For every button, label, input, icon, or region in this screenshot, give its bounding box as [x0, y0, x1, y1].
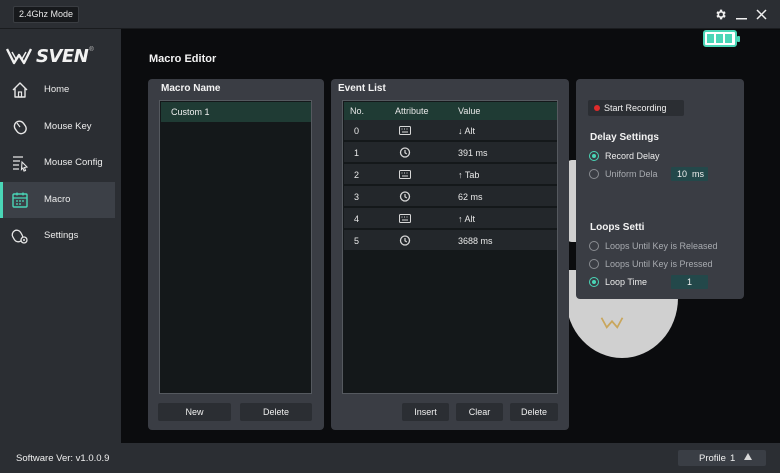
- arrow-up-icon[interactable]: [744, 453, 752, 460]
- sidebar-item-label: Home: [44, 84, 70, 95]
- event-value: ↑ Alt: [458, 214, 476, 224]
- column-header-no: No.: [350, 106, 365, 116]
- sidebar-item-label: Settings: [44, 230, 79, 241]
- loop-time-radio[interactable]: [589, 277, 599, 287]
- row-number: 5: [354, 236, 360, 246]
- sidebar: SVEN ® Home Mouse Key Mouse Config Macro…: [0, 29, 121, 443]
- record-delay-radio[interactable]: [589, 151, 599, 161]
- profile-selector[interactable]: Profile 1: [678, 450, 766, 466]
- delay-settings-title: Delay Settings: [590, 132, 659, 143]
- sven-emblem-icon: [6, 48, 32, 65]
- row-number: 1: [354, 148, 360, 158]
- loops-settings-title: Loops Setti: [590, 222, 645, 233]
- minimize-icon[interactable]: [733, 6, 749, 22]
- table-row[interactable]: 2 ↑ Tab: [344, 164, 557, 185]
- column-header-attribute: Attribute: [395, 106, 429, 116]
- uniform-delay-label: Uniform Dela: [605, 169, 658, 179]
- clock-icon: [399, 147, 411, 158]
- table-row[interactable]: 0 ↓ Alt: [344, 120, 557, 141]
- row-number: 0: [354, 126, 360, 136]
- table-row[interactable]: 5 3688 ms: [344, 230, 557, 251]
- macro-list-item[interactable]: Custom 1: [161, 102, 311, 122]
- row-number: 2: [354, 170, 360, 180]
- home-icon: [12, 82, 28, 98]
- event-value: 3688 ms: [458, 236, 493, 246]
- record-dot-icon: [594, 105, 600, 111]
- battery-bar: [725, 34, 732, 43]
- sidebar-item-label: Macro: [44, 194, 71, 205]
- battery-bar: [707, 34, 714, 43]
- brand-name: SVEN: [36, 45, 89, 67]
- profile-number: 1: [730, 453, 736, 464]
- sidebar-item-macro[interactable]: Macro: [0, 182, 115, 218]
- keyboard-icon: [399, 170, 411, 179]
- keyboard-icon: [399, 214, 411, 223]
- battery-indicator: [703, 30, 740, 47]
- delete-macro-button[interactable]: Delete: [240, 403, 312, 421]
- gear-mouse-icon: [11, 229, 28, 244]
- title-bar: 2.4Ghz Mode: [0, 0, 780, 29]
- loop-time-input[interactable]: 1: [671, 275, 708, 289]
- sidebar-item-label: Mouse Config: [44, 157, 103, 168]
- event-value: 62 ms: [458, 192, 483, 202]
- start-recording-button[interactable]: Start Recording: [588, 100, 684, 116]
- calendar-icon: [12, 192, 28, 208]
- keyboard-icon: [399, 126, 411, 135]
- status-footer: Software Ver: v1.0.0.9 Profile 1: [0, 443, 780, 473]
- connection-mode-badge[interactable]: 2.4Ghz Mode: [13, 6, 80, 23]
- row-number: 4: [354, 214, 360, 224]
- new-macro-button[interactable]: New: [158, 403, 231, 421]
- event-list-title: Event List: [338, 83, 386, 94]
- sliders-icon: [13, 156, 29, 172]
- uniform-delay-unit: ms: [692, 169, 704, 179]
- table-row[interactable]: 3 62 ms: [344, 186, 557, 207]
- uniform-delay-value: 10: [677, 169, 688, 179]
- loop-time-value: 1: [687, 277, 693, 287]
- loop-time-label: Loop Time: [605, 277, 648, 287]
- delete-event-button[interactable]: Delete: [510, 403, 558, 421]
- row-number: 3: [354, 192, 360, 202]
- macro-name-panel: Macro Name Custom 1 New Delete: [148, 79, 324, 430]
- clock-icon: [399, 191, 411, 202]
- close-icon[interactable]: [753, 6, 769, 22]
- table-row[interactable]: 1 391 ms: [344, 142, 557, 163]
- clear-events-button[interactable]: Clear: [456, 403, 503, 421]
- record-delay-label: Record Delay: [605, 151, 660, 161]
- start-recording-label: Start Recording: [604, 103, 667, 113]
- macro-name-title: Macro Name: [161, 83, 221, 94]
- uniform-delay-input[interactable]: 10 ms: [671, 167, 708, 181]
- event-value: 391 ms: [458, 148, 488, 158]
- brand-logo: SVEN ®: [6, 45, 94, 67]
- page-title: Macro Editor: [149, 53, 217, 65]
- macro-item-label: Custom 1: [171, 107, 210, 117]
- event-table[interactable]: No. Attribute Value 0 ↓ Alt 1 391 ms 2 ↑…: [342, 100, 558, 394]
- event-list-panel: Event List No. Attribute Value 0 ↓ Alt 1…: [331, 79, 569, 430]
- software-version: Software Ver: v1.0.0.9: [16, 453, 110, 464]
- settings-gear-icon[interactable]: [712, 6, 728, 22]
- loop-until-pressed-label: Loops Until Key is Pressed: [605, 259, 713, 269]
- brand-registered-mark: ®: [89, 47, 94, 53]
- clock-icon: [399, 235, 411, 246]
- event-table-header: No. Attribute Value: [344, 102, 557, 120]
- event-value: ↑ Tab: [458, 170, 480, 180]
- loop-until-pressed-radio[interactable]: [589, 259, 599, 269]
- sidebar-item-home[interactable]: Home: [0, 72, 115, 108]
- mouse-logo-icon: [600, 316, 624, 333]
- loop-until-released-label: Loops Until Key is Released: [605, 241, 718, 251]
- sidebar-item-settings[interactable]: Settings: [0, 218, 115, 254]
- table-row[interactable]: 4 ↑ Alt: [344, 208, 557, 229]
- loop-until-released-radio[interactable]: [589, 241, 599, 251]
- mouse-icon: [13, 120, 27, 135]
- macro-list[interactable]: Custom 1: [159, 100, 312, 394]
- sidebar-item-mouse-key[interactable]: Mouse Key: [0, 109, 115, 145]
- sidebar-item-mouse-config[interactable]: Mouse Config: [0, 145, 115, 181]
- event-value: ↓ Alt: [458, 126, 476, 136]
- column-header-value: Value: [458, 106, 481, 116]
- profile-label: Profile: [699, 453, 726, 464]
- uniform-delay-radio[interactable]: [589, 169, 599, 179]
- sidebar-item-label: Mouse Key: [44, 121, 92, 132]
- battery-bar: [716, 34, 723, 43]
- insert-event-button[interactable]: Insert: [402, 403, 449, 421]
